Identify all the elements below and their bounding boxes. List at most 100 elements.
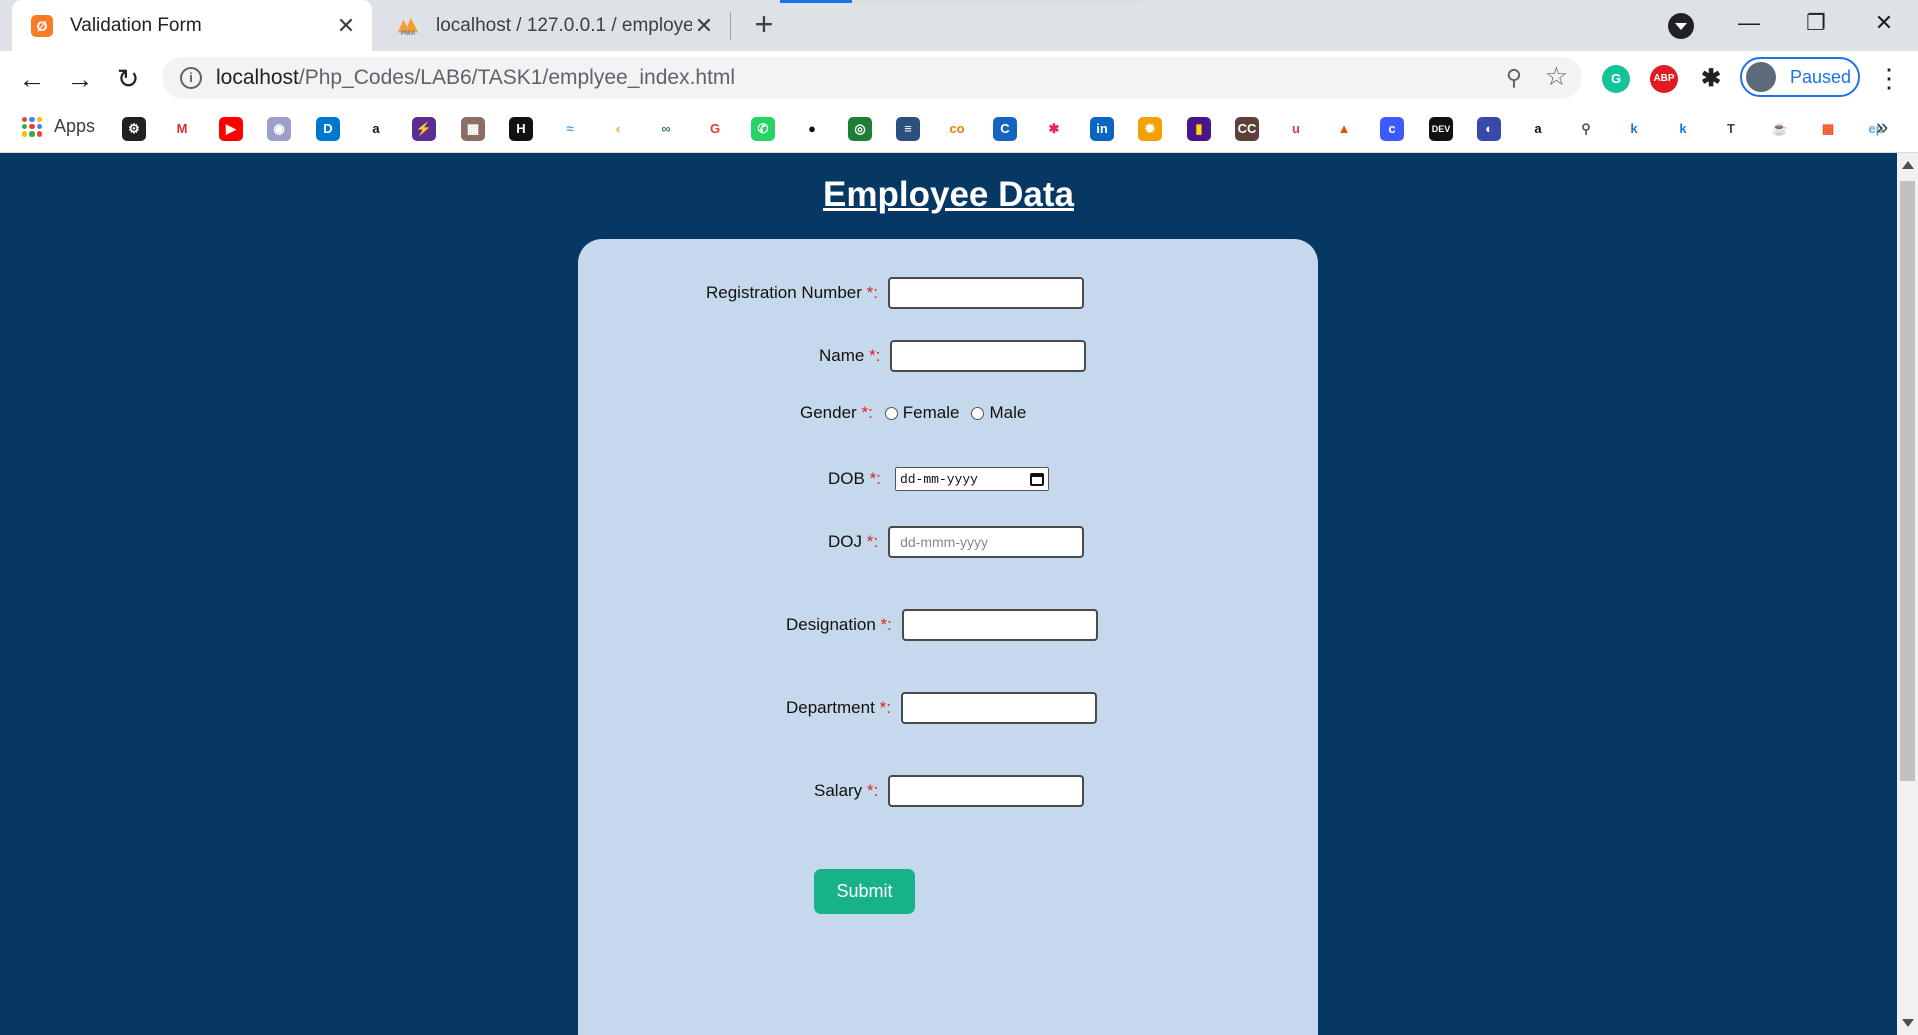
g-red-icon[interactable]: G [703,117,727,141]
github-icon[interactable]: ● [800,117,824,141]
page-scrollbar[interactable] [1897,153,1918,1035]
salary-row: Salary *: [814,775,1085,807]
svg-text:PMA: PMA [401,30,416,37]
whatsapp-icon[interactable]: ✆ [751,117,775,141]
gender-label: Gender [800,403,857,422]
back-button[interactable]: ← [16,63,48,95]
dev-icon[interactable]: DEV [1429,117,1453,141]
gmail-icon[interactable]: M [170,117,194,141]
bookmarks-bar: Apps ⚙ M ▶ ◉ Da ⚡ ▦ H ≈ ‹ ∞ G ✆ ● ◎ ≡ co C ✱ in ✹ ▮ CC u ▲ c DEV ◐ a… [0,106,1918,153]
svg-text:Ø: Ø [37,18,48,34]
calendar-icon[interactable] [1029,472,1044,486]
dob-label: DOB [828,469,865,488]
female-radio[interactable] [884,406,898,420]
gear-icon[interactable]: ⚙ [122,117,146,141]
grammarly-icon[interactable]: G [1602,65,1630,93]
puzzle-extensions-icon[interactable]: ✱ [1697,65,1725,93]
chrome-red-icon[interactable]: ◐ [1477,117,1501,141]
gender-option-male[interactable]: Male [971,403,1026,423]
scroll-up-arrow-icon[interactable] [1902,161,1914,169]
t-icon[interactable]: T [1719,117,1743,141]
k-blue-icon[interactable]: k [1622,117,1646,141]
amazon-2-icon[interactable]: a [1526,117,1550,141]
leetcode-icon[interactable]: ‹ [606,117,630,141]
tab-close-icon[interactable]: ✕ [692,13,716,39]
tab-phpmyadmin[interactable]: PMA localhost / 127.0.0.1 / employeed ✕ [378,0,730,51]
chart-purple-icon[interactable]: ▮ [1187,117,1211,141]
male-radio[interactable] [971,406,985,420]
gender-row: Gender *: Female Male [800,403,1027,423]
zoom-icon[interactable]: ⚲ [1506,65,1522,91]
designation-label: Designation [786,615,876,634]
stack-icon[interactable]: ≡ [896,117,920,141]
apps-label: Apps [54,116,96,136]
tab-search-icon[interactable] [1668,13,1694,39]
dob-row: DOB *: dd-mm-yyyy [828,467,1049,491]
reload-button[interactable]: ↻ [112,63,144,95]
doj-row: DOJ *: dd-mmm-yyyy [828,526,1085,558]
c-circle-icon[interactable]: c [1380,117,1404,141]
hackerrank-icon[interactable]: H [509,117,533,141]
geeksforgeeks-icon[interactable]: ∞ [654,117,678,141]
scroll-down-arrow-icon[interactable] [1902,1019,1914,1027]
tab-separator [730,12,731,40]
bug-icon[interactable]: ✹ [1138,117,1162,141]
browser-toolbar: ← → ↻ i localhost/Php_Codes/LAB6/TASK1/e… [0,51,1918,106]
name-label: Name [819,346,865,365]
avatar [1746,62,1776,92]
female-label: Female [902,403,960,422]
doj-input[interactable]: dd-mmm-yyyy [888,526,1085,558]
name-row: Name *: [819,340,1087,372]
cup-icon[interactable]: ☕ [1768,117,1792,141]
matlab-icon[interactable]: ▲ [1332,117,1356,141]
minimize-button[interactable]: — [1729,8,1769,38]
address-bar[interactable]: i localhost/Php_Codes/LAB6/TASK1/emplyee… [162,57,1582,99]
flash-icon[interactable]: ⚡ [412,117,436,141]
linkedin-icon[interactable]: in [1090,117,1114,141]
required-mark: * [869,346,876,365]
circle-green-icon[interactable]: ◎ [848,117,872,141]
tab-close-icon[interactable]: ✕ [334,13,358,39]
youtube-icon[interactable]: ▶ [219,117,243,141]
asterisk-icon[interactable]: ✱ [1042,117,1066,141]
c-blue-icon[interactable]: C [993,117,1017,141]
url-host: localhost [216,66,299,89]
coursera-icon[interactable]: co [945,117,969,141]
bookmarks-overflow-icon[interactable]: » [1876,114,1888,140]
image-icon[interactable]: ▦ [461,117,485,141]
name-input[interactable] [890,340,1087,372]
scrollbar-thumb[interactable] [1900,181,1915,781]
tab-validation-form[interactable]: Ø Validation Form ✕ [12,0,372,51]
url-path: /Php_Codes/LAB6/TASK1/emplyee_index.html [298,66,736,89]
registration-number-input[interactable] [888,277,1084,309]
close-window-button[interactable]: ✕ [1864,8,1904,38]
magnifier-icon[interactable]: ⚲ [1574,117,1598,141]
microsoft-icon[interactable]: ▦ [1816,117,1840,141]
restore-button[interactable]: ❐ [1796,8,1836,38]
department-input[interactable] [900,692,1097,724]
required-mark: * [866,781,874,800]
browser-menu-icon[interactable]: ⋮ [1876,63,1902,94]
cc-icon[interactable]: CC [1235,117,1259,141]
k-blue-2-icon[interactable]: k [1671,117,1695,141]
dob-date-input[interactable]: dd-mm-yyyy [894,467,1049,491]
udemy-icon[interactable]: u [1284,117,1308,141]
wave-icon[interactable]: ≈ [558,117,582,141]
profile-button[interactable]: Paused [1740,57,1860,97]
apps-shortcut[interactable]: Apps [22,116,95,137]
adblock-plus-icon[interactable]: ABP [1650,65,1678,93]
designation-input[interactable] [901,609,1098,641]
new-tab-button[interactable]: + [748,8,780,41]
amazon-icon[interactable]: a [364,117,388,141]
seal-icon[interactable]: ◉ [267,117,291,141]
gender-option-female[interactable]: Female [884,403,960,423]
profile-status: Paused [1790,66,1852,87]
forward-button[interactable]: → [64,63,96,95]
submit-button[interactable]: Submit [814,869,915,914]
dell-icon[interactable]: D [316,117,340,141]
site-info-icon[interactable]: i [180,67,202,89]
registration-label: Registration Number [706,283,862,302]
dob-format: dd-mm-yyyy [899,471,978,487]
salary-input[interactable] [888,775,1085,807]
bookmark-star-icon[interactable]: ☆ [1545,61,1568,92]
